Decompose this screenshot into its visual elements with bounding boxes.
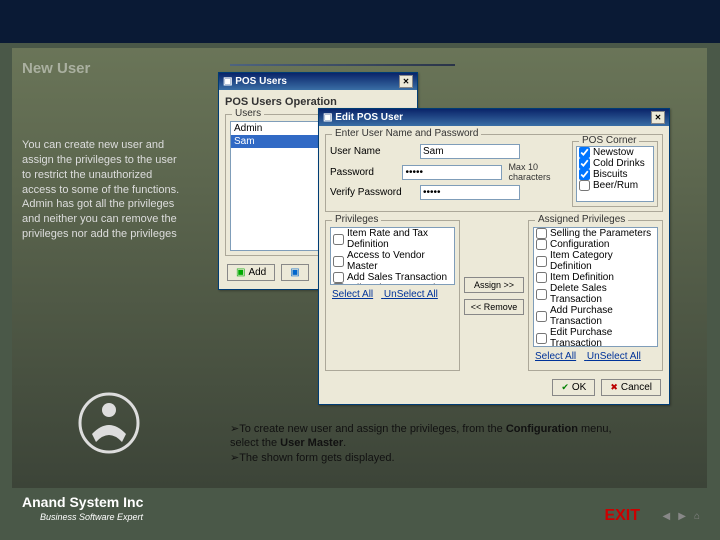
checkbox-row[interactable]: Item Category Definition <box>534 250 657 272</box>
exit-link[interactable]: EXIT <box>604 507 640 525</box>
checkbox-row[interactable]: Biscuits <box>577 169 653 180</box>
password-input[interactable] <box>402 165 502 180</box>
checkbox-label: Item Category Definition <box>550 250 655 272</box>
checkbox-label: Selling the Parameters <box>550 228 651 239</box>
pos-corner-list[interactable]: NewstowCold DrinksBiscuitsBeer/Rum <box>576 146 654 202</box>
username-label: User Name <box>330 146 420 157</box>
privileges-legend: Privileges <box>332 214 381 225</box>
nav-next-icon[interactable]: ▶ <box>678 511 686 522</box>
checkbox-label: Biscuits <box>593 169 627 180</box>
checkbox-label: Cold Drinks <box>593 158 645 169</box>
edit-button[interactable]: ▣ <box>281 264 308 281</box>
username-input[interactable] <box>420 144 520 159</box>
checkbox-label: Newstow <box>593 147 634 158</box>
checkbox[interactable] <box>333 256 344 267</box>
checkbox[interactable] <box>579 169 590 180</box>
nav-arrows: ◀ ▶ ⌂ <box>663 511 700 522</box>
checkbox-row[interactable]: Selling the Parameters <box>534 228 657 239</box>
checkbox-row[interactable]: Add Purchase Transaction <box>534 305 657 327</box>
ok-button[interactable]: OK <box>552 379 595 396</box>
close-button[interactable]: ✕ <box>399 75 413 88</box>
nav-prev-icon[interactable]: ◀ <box>663 511 671 522</box>
checkbox[interactable] <box>536 256 547 267</box>
password-label: Password <box>330 167 402 178</box>
pos-corner-legend: POS Corner <box>579 135 639 146</box>
assigned-privileges-legend: Assigned Privileges <box>535 214 628 225</box>
cancel-button[interactable]: Cancel <box>601 379 661 396</box>
checkbox[interactable] <box>579 180 590 191</box>
unselect-all-link[interactable]: UnSelect All <box>587 351 641 362</box>
window-icon: ▣ <box>323 112 332 123</box>
company-logo <box>78 392 140 454</box>
close-button[interactable]: ✕ <box>651 111 665 124</box>
edit-user-header: Enter User Name and Password <box>332 128 481 139</box>
select-all-link[interactable]: Select All <box>332 289 373 300</box>
checkbox-row[interactable]: Add Sales Transaction <box>331 272 454 283</box>
checkbox-row[interactable]: Item Definition <box>534 272 657 283</box>
add-button[interactable]: ▣ Add <box>227 264 275 281</box>
window-icon: ▣ <box>223 76 232 87</box>
users-list-label: Users <box>232 108 264 119</box>
page-title: New User <box>22 60 90 77</box>
company-name: Anand System Inc <box>22 494 143 510</box>
checkbox-row[interactable]: Item Rate and Tax Definition <box>331 228 454 250</box>
checkbox[interactable] <box>536 333 547 344</box>
checkbox[interactable] <box>333 272 344 283</box>
checkbox[interactable] <box>536 239 547 250</box>
company-tagline: Business Software Expert <box>40 512 143 522</box>
checkbox-label: Item Rate and Tax Definition <box>347 228 452 250</box>
privileges-list[interactable]: Item Rate and Tax DefinitionAccess to Ve… <box>330 227 455 285</box>
checkbox-row[interactable]: Configuration <box>534 239 657 250</box>
checkbox[interactable] <box>536 228 547 239</box>
verify-password-input[interactable] <box>420 185 520 200</box>
pos-users-titlebar[interactable]: ▣ POS Users ✕ <box>219 73 417 90</box>
edit-pos-user-window: ▣ Edit POS User ✕ Enter User Name and Pa… <box>318 108 670 405</box>
assigned-privileges-list[interactable]: Selling the ParametersConfigurationItem … <box>533 227 658 347</box>
checkbox-label: Access to Vendor Master <box>347 250 452 272</box>
checkbox-label: Beer/Rum <box>593 180 638 191</box>
checkbox-row[interactable]: Beer/Rum <box>577 180 653 191</box>
checkbox[interactable] <box>536 272 547 283</box>
nav-home-icon[interactable]: ⌂ <box>694 511 700 522</box>
select-all-link[interactable]: Select All <box>535 351 576 362</box>
checkbox-label: Delete Sales Transaction <box>550 283 655 305</box>
checkbox-row[interactable]: Delete Sales Transaction <box>534 283 657 305</box>
checkbox-row[interactable]: Edit Purchase Transaction <box>534 327 657 347</box>
page-description: You can create new user and assign the p… <box>22 138 187 242</box>
instructions: ➢To create new user and assign the privi… <box>230 422 635 465</box>
checkbox-label: Configuration <box>550 239 609 250</box>
checkbox-row[interactable]: Access to Vendor Master <box>331 250 454 272</box>
unselect-all-link[interactable]: UnSelect All <box>384 289 438 300</box>
checkbox-row[interactable]: Cold Drinks <box>577 158 653 169</box>
edit-user-titlebar[interactable]: ▣ Edit POS User ✕ <box>319 109 669 126</box>
checkbox-label: Item Definition <box>550 272 614 283</box>
checkbox[interactable] <box>536 311 547 322</box>
verify-password-label: Verify Password <box>330 187 420 198</box>
checkbox[interactable] <box>333 234 344 245</box>
checkbox-label: Add Purchase Transaction <box>550 305 655 327</box>
checkbox-label: Edit Purchase Transaction <box>550 327 655 347</box>
password-hint: Max 10 characters <box>508 162 568 182</box>
remove-button[interactable]: << Remove <box>464 299 524 315</box>
checkbox[interactable] <box>579 147 590 158</box>
checkbox-label: Add Sales Transaction <box>347 272 447 283</box>
assign-button[interactable]: Assign >> <box>464 277 524 293</box>
checkbox[interactable] <box>579 158 590 169</box>
checkbox-row[interactable]: Newstow <box>577 147 653 158</box>
checkbox[interactable] <box>536 289 547 300</box>
